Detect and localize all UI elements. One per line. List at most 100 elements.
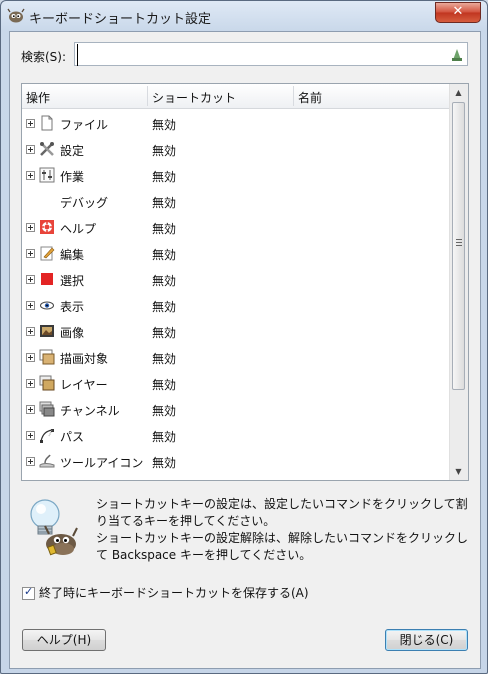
tree-row-paths[interactable]: パス 無効 xyxy=(22,422,449,448)
checkmark-icon: ✓ xyxy=(24,585,34,598)
clear-search-icon[interactable] xyxy=(451,47,463,61)
tree-row-drawable[interactable]: 描画対象 無効 xyxy=(22,344,449,370)
scroll-down-icon[interactable]: ▼ xyxy=(450,463,467,480)
gimp-app-icon xyxy=(7,8,25,23)
image-icon xyxy=(40,325,54,337)
save-on-exit-label[interactable]: 終了時にキーボードショートカットを保存する(A) xyxy=(39,586,309,600)
tree-row-image[interactable]: 画像 無効 xyxy=(22,318,449,344)
tree-header: 操作 ショートカット 名前 xyxy=(22,84,449,109)
expander-icon[interactable] xyxy=(26,431,35,440)
row-action-name: ツールアイコン xyxy=(60,456,144,470)
row-action-name: 選択 xyxy=(60,274,85,288)
row-action-name: パス xyxy=(60,430,85,444)
tree-row-view[interactable]: 表示 無効 xyxy=(22,292,449,318)
vertical-scrollbar[interactable]: ▲ ▼ xyxy=(449,84,468,480)
row-shortcut-value[interactable]: 無効 xyxy=(152,142,176,159)
expander-icon[interactable] xyxy=(26,405,35,414)
file-icon xyxy=(41,115,53,131)
column-header-action[interactable]: 操作 xyxy=(26,89,50,106)
row-shortcut-value[interactable]: 無効 xyxy=(152,350,176,367)
title-bar[interactable]: キーボードショートカット設定 ✕ xyxy=(1,1,487,31)
row-shortcut-value[interactable]: 無効 xyxy=(152,116,176,133)
expander-icon[interactable] xyxy=(26,249,35,258)
search-field[interactable] xyxy=(74,42,468,66)
row-shortcut-value[interactable]: 無効 xyxy=(152,428,176,445)
window-close-button[interactable]: ✕ xyxy=(435,2,481,23)
row-shortcut-value[interactable]: 無効 xyxy=(152,298,176,315)
column-header-shortcut[interactable]: ショートカット xyxy=(152,89,236,106)
tree-row-work[interactable]: 作業 無効 xyxy=(22,162,449,188)
info-line-clear: ショートカットキーの設定解除は、解除したいコマンドをクリックして Backspa… xyxy=(96,531,469,562)
row-action-name: 表示 xyxy=(60,300,85,314)
tree-row-help[interactable]: ヘルプ 無効 xyxy=(22,214,449,240)
row-action-name: 作業 xyxy=(60,170,85,184)
grip-icon xyxy=(456,239,462,246)
sliders-icon xyxy=(39,167,55,183)
row-shortcut-value[interactable]: 無効 xyxy=(152,246,176,263)
row-action-name: 画像 xyxy=(60,326,85,340)
column-header-name[interactable]: 名前 xyxy=(298,89,322,106)
shortcut-tree-view[interactable]: 操作 ショートカット 名前 ファイル 無効 設定 無効 作業 無効 デバッグ 無… xyxy=(21,83,469,481)
help-button[interactable]: ヘルプ(H) xyxy=(22,629,106,651)
tree-row-channels[interactable]: チャンネル 無効 xyxy=(22,396,449,422)
tree-row-layers[interactable]: レイヤー 無効 xyxy=(22,370,449,396)
save-on-exit-option[interactable]: ✓ 終了時にキーボードショートカットを保存する(A) xyxy=(22,584,309,601)
scroll-up-icon[interactable]: ▲ xyxy=(450,84,467,101)
search-label: 検索(S): xyxy=(21,50,67,64)
row-action-name: ファイル xyxy=(60,118,109,132)
save-on-exit-checkbox[interactable]: ✓ xyxy=(22,585,35,600)
row-shortcut-value[interactable]: 無効 xyxy=(152,454,176,471)
lightbulb-wilber-icon xyxy=(30,499,78,556)
row-action-name: 編集 xyxy=(60,248,85,262)
row-action-name: デバッグ xyxy=(60,196,109,210)
paths-icon xyxy=(40,429,54,443)
expander-icon[interactable] xyxy=(26,353,35,362)
info-text: ショートカットキーの設定は、設定したいコマンドをクリックして割り当てるキーを押し… xyxy=(96,496,472,564)
window-title: キーボードショートカット設定 xyxy=(29,12,212,27)
expander-icon[interactable] xyxy=(26,301,35,310)
column-separator xyxy=(147,86,148,106)
eye-icon xyxy=(40,301,54,310)
lifebuoy-icon xyxy=(40,220,54,234)
tree-row-tool-icons[interactable]: ツールアイコン 無効 xyxy=(22,448,449,474)
expander-icon[interactable] xyxy=(26,327,35,336)
row-shortcut-value[interactable]: 無効 xyxy=(152,194,176,211)
row-action-name: 描画対象 xyxy=(60,352,109,366)
row-shortcut-value[interactable]: 無効 xyxy=(152,376,176,393)
column-separator xyxy=(293,86,294,106)
dialog-body: 検索(S): 操作 ショートカット 名前 ファイル 無効 設定 無効 作業 無効… xyxy=(9,31,481,669)
tree-row-file[interactable]: ファイル 無効 xyxy=(22,110,449,136)
row-action-name: ヘルプ xyxy=(60,222,97,236)
expander-icon[interactable] xyxy=(26,379,35,388)
info-line-assign: ショートカットキーの設定は、設定したいコマンドをクリックして割り当てるキーを押し… xyxy=(96,497,468,528)
close-button[interactable]: 閉じる(C) xyxy=(385,629,468,651)
dialog-window: キーボードショートカット設定 ✕ 検索(S): 操作 ショートカット 名前 ファ… xyxy=(0,0,488,674)
edit-icon xyxy=(40,246,55,261)
row-action-name: チャンネル xyxy=(60,404,120,418)
expander-icon[interactable] xyxy=(26,457,35,466)
drawable-icon xyxy=(39,349,55,365)
row-shortcut-value[interactable]: 無効 xyxy=(152,402,176,419)
row-shortcut-value[interactable]: 無効 xyxy=(152,324,176,341)
tree-row-settings[interactable]: 設定 無効 xyxy=(22,136,449,162)
expander-icon[interactable] xyxy=(26,275,35,284)
row-shortcut-value[interactable]: 無効 xyxy=(152,168,176,185)
layers-icon xyxy=(39,375,55,391)
expander-icon[interactable] xyxy=(26,171,35,180)
tree-row-select[interactable]: 選択 無効 xyxy=(22,266,449,292)
search-input[interactable] xyxy=(77,44,442,66)
tree-row-debug[interactable]: デバッグ 無効 xyxy=(22,188,449,214)
channels-icon xyxy=(39,401,55,417)
row-shortcut-value[interactable]: 無効 xyxy=(152,272,176,289)
expander-icon[interactable] xyxy=(26,223,35,232)
row-action-name: レイヤー xyxy=(60,378,108,392)
tree-row-edit[interactable]: 編集 無効 xyxy=(22,240,449,266)
tools-icon xyxy=(40,142,54,156)
scroll-thumb[interactable] xyxy=(452,102,465,390)
tool-icon xyxy=(39,454,55,468)
expander-icon[interactable] xyxy=(26,145,35,154)
row-shortcut-value[interactable]: 無効 xyxy=(152,220,176,237)
row-action-name: 設定 xyxy=(60,144,85,158)
selection-icon xyxy=(41,273,53,285)
expander-icon[interactable] xyxy=(26,119,35,128)
